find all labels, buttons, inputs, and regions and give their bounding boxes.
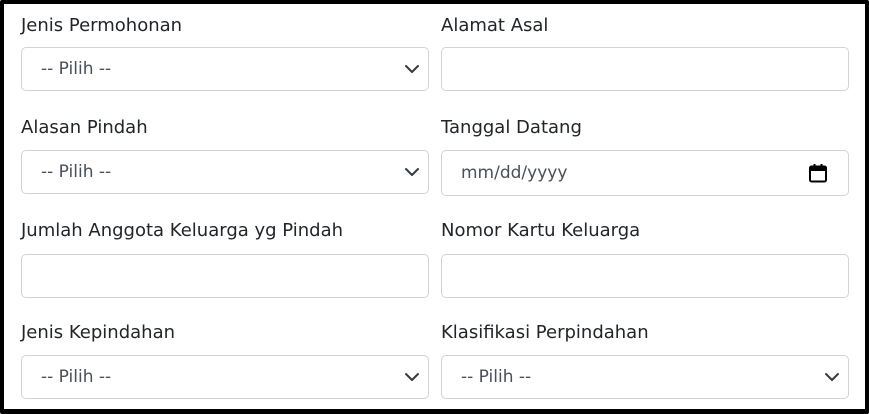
chevron-down-icon [405, 373, 419, 381]
alasan-pindah-label: Alasan Pindah [21, 117, 148, 138]
alasan-pindah-select[interactable]: -- Pilih -- [21, 150, 429, 194]
nomor-kk-label: Nomor Kartu Keluarga [441, 220, 641, 241]
jenis-permohonan-label: Jenis Permohonan [21, 15, 183, 36]
klasifikasi-perpindahan-value: -- Pilih -- [461, 367, 532, 387]
jenis-permohonan-select[interactable]: -- Pilih -- [21, 47, 429, 91]
calendar-icon[interactable] [808, 163, 828, 183]
tanggal-datang-value: mm/dd/yyyy [461, 163, 568, 183]
jenis-kepindahan-select[interactable]: -- Pilih -- [21, 355, 429, 399]
chevron-down-icon [825, 373, 839, 381]
jumlah-anggota-label: Jumlah Anggota Keluarga yg Pindah [21, 220, 344, 241]
tanggal-datang-label: Tanggal Datang [441, 117, 582, 138]
chevron-down-icon [405, 65, 419, 73]
form-panel: Jenis Permohonan -- Pilih -- Alamat Asal… [0, 0, 869, 414]
chevron-down-icon [405, 168, 419, 176]
jenis-kepindahan-label: Jenis Kepindahan [21, 322, 176, 343]
klasifikasi-perpindahan-select[interactable]: -- Pilih -- [441, 355, 849, 399]
alasan-pindah-value: -- Pilih -- [41, 162, 112, 182]
klasifikasi-perpindahan-label: Klasifikasi Perpindahan [441, 322, 649, 343]
jenis-permohonan-value: -- Pilih -- [41, 59, 112, 79]
jenis-kepindahan-value: -- Pilih -- [41, 367, 112, 387]
alamat-asal-label: Alamat Asal [441, 15, 549, 36]
alamat-asal-input[interactable] [441, 47, 849, 91]
jumlah-anggota-input[interactable] [21, 254, 429, 298]
nomor-kk-input[interactable] [441, 254, 849, 298]
tanggal-datang-input[interactable]: mm/dd/yyyy [441, 150, 849, 196]
